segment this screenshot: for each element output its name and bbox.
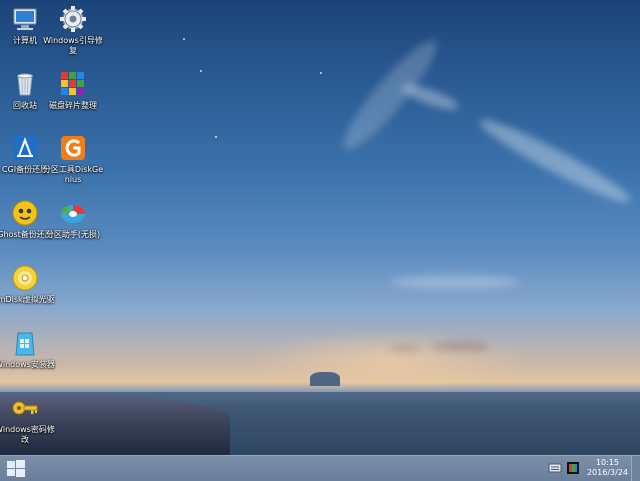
desktop-icon-windows-password[interactable]: Windows密码修改 bbox=[0, 394, 57, 445]
star bbox=[200, 70, 202, 72]
desktop-icon-partition-assistant[interactable]: 分区助手(无损) bbox=[41, 199, 105, 240]
clock-time: 10:15 bbox=[595, 458, 620, 467]
taskbar: 10:15 2016/3/24 bbox=[0, 455, 640, 481]
windows-logo-icon[interactable] bbox=[6, 459, 26, 478]
distant-island bbox=[310, 372, 340, 386]
icon-label: 分区助手(无损) bbox=[45, 230, 101, 239]
star bbox=[320, 72, 322, 74]
recycle-bin-icon bbox=[17, 73, 33, 96]
star bbox=[215, 136, 217, 138]
ghost-icon bbox=[12, 200, 38, 226]
defrag-icon bbox=[61, 72, 84, 95]
color-display-icon[interactable] bbox=[566, 461, 580, 475]
desktop-icon-windows-boot-repair[interactable]: Windows引导修复 bbox=[41, 5, 105, 56]
icon-label: Windows引导修复 bbox=[43, 36, 103, 55]
icon-label: Windows安装器 bbox=[0, 360, 55, 369]
key-icon bbox=[12, 401, 38, 415]
icon-label: Windows密码修改 bbox=[0, 425, 55, 444]
computer-icon bbox=[13, 8, 37, 30]
cgi-backup-icon bbox=[13, 136, 37, 160]
desktop-icon-windows-installer[interactable]: Windows安装器 bbox=[0, 329, 57, 370]
desktop-icon-diskgenius[interactable]: 分区工具DiskGenius bbox=[41, 134, 105, 185]
desktop-icon-imdisk[interactable]: ImDisk虚拟光驱 bbox=[0, 264, 57, 305]
installer-icon bbox=[15, 332, 35, 356]
desktop-icon-disk-defrag[interactable]: 磁盘碎片整理 bbox=[41, 70, 105, 111]
star bbox=[183, 38, 185, 40]
icon-label: ImDisk虚拟光驱 bbox=[0, 295, 55, 304]
system-clock[interactable]: 10:15 2016/3/24 bbox=[587, 458, 628, 478]
icon-label: 分区工具DiskGenius bbox=[42, 165, 104, 184]
virtual-drive-icon bbox=[12, 265, 38, 291]
gear-icon bbox=[60, 6, 86, 32]
icon-label: 磁盘碎片整理 bbox=[49, 101, 97, 110]
keyboard-icon[interactable] bbox=[548, 461, 562, 475]
show-desktop-button[interactable] bbox=[631, 456, 640, 481]
wispy-cloud bbox=[390, 275, 520, 289]
clock-date: 2016/3/24 bbox=[586, 468, 628, 477]
partition-assistant-icon bbox=[60, 205, 85, 223]
diskgenius-icon bbox=[61, 136, 85, 160]
horizon-glow bbox=[240, 330, 540, 390]
